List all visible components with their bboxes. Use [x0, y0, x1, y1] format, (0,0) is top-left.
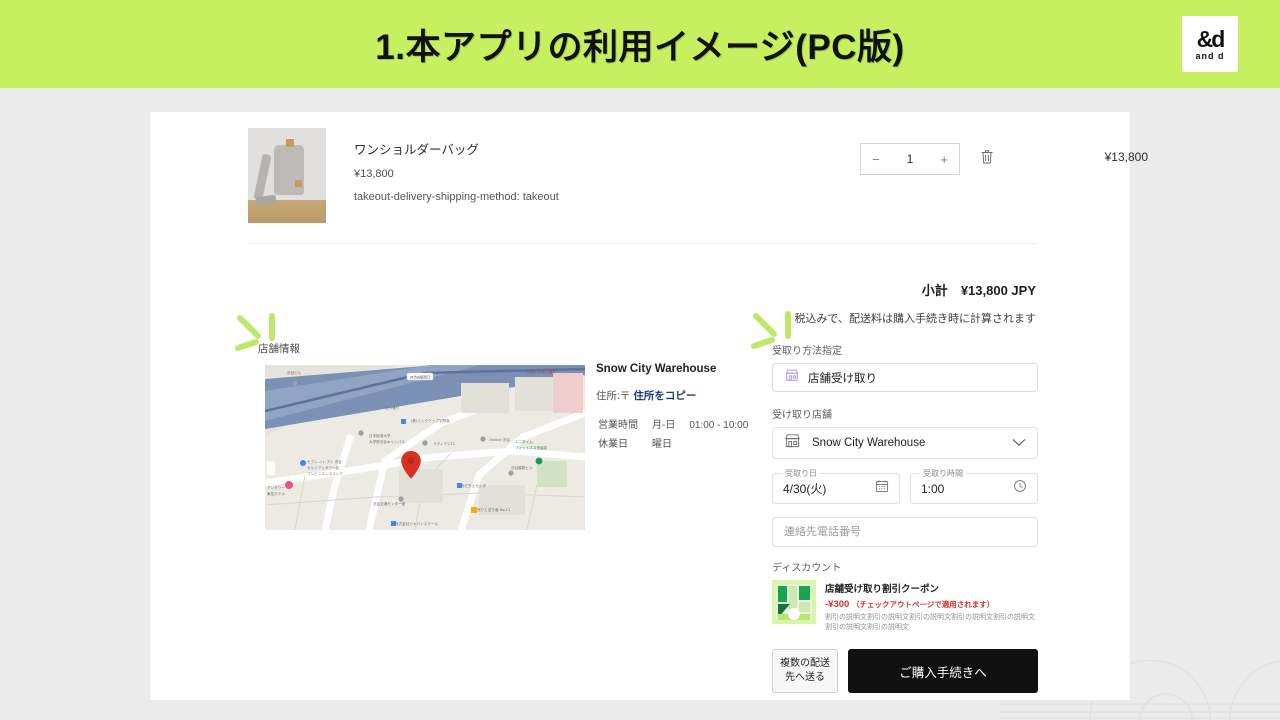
store-info-section-label: 店舗情報 — [258, 343, 300, 355]
coupon-description: 割引の説明文割引の説明文割引の説明文割引の説明文割引の説明文割引の説明文割引の説… — [825, 614, 1035, 632]
svg-text:フィットネス渋谷店: フィットネス渋谷店 — [515, 445, 548, 450]
bag-tab-shape — [286, 139, 294, 147]
clock-icon[interactable] — [1013, 479, 1027, 498]
map-graphic: 渋谷ビル 玉川通り (株)リンクアップ宇野産 日本経済大学 大学院渋谷キャンパス… — [265, 365, 585, 530]
bag-tag-shape — [295, 180, 302, 187]
table-row: 営業時間 月-日 01:00 - 10:00 — [598, 418, 760, 435]
brand-logo: &d and d — [1182, 16, 1238, 72]
checkout-button[interactable]: ご購入手続きへ — [848, 649, 1038, 694]
svg-text:渋谷しらない通り: 渋谷しらない通り — [527, 369, 556, 374]
calendar-icon[interactable] — [875, 479, 889, 498]
chevron-down-icon[interactable] — [1012, 434, 1026, 452]
svg-text:セルリアンタワー店: セルリアンタワー店 — [307, 465, 340, 470]
cart-divider — [248, 243, 1036, 244]
coupon-amount-row: -¥300 （チェックアウトページで適用されます） — [825, 599, 1038, 610]
pickup-time-value: 1:00 — [921, 481, 945, 496]
svg-text:セブン-イレブン 渋谷: セブン-イレブン 渋谷 — [307, 459, 342, 464]
store-hours-table: 営業時間 月-日 01:00 - 10:00 休業日 曜日 — [596, 416, 762, 455]
svg-text:株式会社ジャパンスクール: 株式会社ジャパンスクール — [395, 521, 438, 526]
svg-text:東急ホテル: 東急ホテル — [267, 491, 285, 496]
subtotal-value: ¥13,800 JPY — [960, 283, 1036, 298]
business-hours-days: 月-日 — [652, 420, 676, 431]
coupon-body: 店舗受け取り割引クーポン -¥300 （チェックアウトページで適用されます） 割… — [825, 580, 1038, 633]
svg-text:大学院渋谷キャンパス: 大学院渋谷キャンパス — [369, 439, 405, 444]
pickup-time-label: 受取り時間 — [920, 468, 966, 479]
bag-foot-shape — [255, 194, 277, 206]
action-button-row: 複数の配送先へ送る ご購入手続きへ — [772, 649, 1038, 694]
pickup-method-value: 店舗受け取り — [808, 372, 877, 385]
coupon-thumbnail — [772, 580, 816, 624]
product-price: ¥13,800 — [354, 168, 394, 180]
pickup-time-field[interactable]: 受取り時間 1:00 — [910, 468, 1038, 504]
storefront-icon — [784, 432, 801, 454]
pickup-date-value: 4/30(火) — [783, 482, 827, 496]
contact-phone-field[interactable] — [772, 517, 1038, 547]
pickup-store-value: Snow City Warehouse — [812, 437, 926, 449]
svg-text:売りと送り者 No.11: 売りと送り者 No.11 — [477, 507, 510, 512]
table-row: 休業日 曜日 — [598, 437, 760, 454]
tax-shipping-note: 税込みで、配送料は購入手続き時に計算されます — [794, 313, 1036, 325]
pickup-date-label: 受取り日 — [782, 468, 820, 479]
quantity-value[interactable]: 1 — [907, 152, 914, 166]
pickup-store-label: 受け取り店舗 — [772, 410, 832, 421]
svg-text:アンタワー: アンタワー — [267, 485, 285, 490]
svg-text:玉川通り: 玉川通り — [385, 405, 399, 410]
product-variant: takeout-delivery-shipping-method: takeou… — [354, 191, 559, 203]
pickup-date-field[interactable]: 受取り日 4/30(火) — [772, 468, 900, 504]
coupon-amount: -¥300 — [825, 599, 850, 610]
svg-text:(株)リンクアップ宇野産: (株)リンクアップ宇野産 — [411, 418, 450, 423]
page-title: 1.本アプリの利用イメージ(PC版) — [375, 27, 905, 67]
copy-address-link[interactable]: 住所をコピー — [633, 390, 696, 402]
store-map[interactable]: 渋谷ビル 玉川通り (株)リンクアップ宇野産 日本経済大学 大学院渋谷キャンパス… — [265, 365, 585, 530]
product-title[interactable]: ワンショルダーバッグ — [354, 139, 559, 158]
discount-section-label: ディスカウント — [772, 563, 842, 574]
svg-text:エニタイム: エニタイム — [515, 439, 533, 444]
store-address-label: 住所:〒 — [596, 390, 631, 402]
line-item-total: ¥13,800 — [1104, 150, 1148, 164]
svg-text:渋谷交通センター館: 渋谷交通センター館 — [373, 501, 406, 506]
quantity-decrement-button[interactable]: − — [872, 152, 880, 167]
closed-day-label: 休業日 — [598, 438, 628, 450]
product-info: ワンショルダーバッグ ¥13,800 takeout-delivery-ship… — [354, 139, 559, 203]
svg-text:あだちえセンタ: あだちえセンタ — [461, 483, 487, 488]
svg-text:渋谷駿翔ビル: 渋谷駿翔ビル — [511, 465, 533, 470]
logo-subtext: and d — [1195, 50, 1225, 61]
closed-day-value: 曜日 — [652, 438, 672, 450]
product-thumbnail[interactable] — [248, 128, 326, 223]
bag-body-shape — [274, 145, 304, 195]
svg-text:日本経済大学: 日本経済大学 — [369, 433, 391, 438]
phone-input[interactable] — [784, 526, 1026, 538]
business-hours-label: 営業時間 — [598, 420, 638, 431]
svg-text:渋谷ビル: 渋谷ビル — [287, 370, 302, 375]
subtotal-label: 小計 — [921, 283, 948, 298]
store-icon — [785, 368, 799, 387]
pickup-panel: 受取り方法指定 店舗受け取り 受け取り店舗 Snow City Warehous… — [772, 342, 1038, 694]
pickup-method-label: 受取り方法指定 — [772, 346, 842, 357]
logo-mark: &d — [1196, 25, 1226, 52]
coupon-graphic — [772, 580, 816, 624]
quantity-increment-button[interactable]: + — [940, 152, 948, 167]
multi-shipping-button[interactable]: 複数の配送先へ送る — [772, 649, 838, 694]
quantity-stepper[interactable]: − 1 + — [860, 143, 960, 175]
svg-text:JR渋谷駅西口: JR渋谷駅西口 — [409, 375, 430, 380]
coupon-card[interactable]: 店舗受け取り割引クーポン -¥300 （チェックアウトページで適用されます） 割… — [772, 580, 1038, 633]
cart-line-item: ワンショルダーバッグ ¥13,800 takeout-delivery-ship… — [248, 128, 1148, 228]
svg-text:Oniline 渋谷: Oniline 渋谷 — [489, 437, 510, 442]
subtotal-row: 小計 ¥13,800 JPY — [922, 280, 1036, 299]
pickup-store-select[interactable]: Snow City Warehouse — [772, 427, 1038, 459]
svg-text:ラディアン11: ラディアン11 — [433, 441, 455, 446]
bag-strap-shape — [253, 153, 272, 201]
trash-icon[interactable] — [980, 149, 994, 170]
coupon-title: 店舗受け取り割引クーポン — [825, 584, 940, 595]
pickup-datetime-row: 受取り日 4/30(火) 受取り時間 1:00 — [772, 468, 1038, 504]
svg-text:コンビニエンスストア: コンビニエンスストア — [307, 471, 343, 476]
pickup-method-field[interactable]: 店舗受け取り — [772, 363, 1038, 392]
cart-page-card: ワンショルダーバッグ ¥13,800 takeout-delivery-ship… — [150, 112, 1148, 700]
business-hours-time: 01:00 - 10:00 — [689, 420, 749, 431]
coupon-apply-note: （チェックアウトページで適用されます） — [851, 600, 995, 609]
